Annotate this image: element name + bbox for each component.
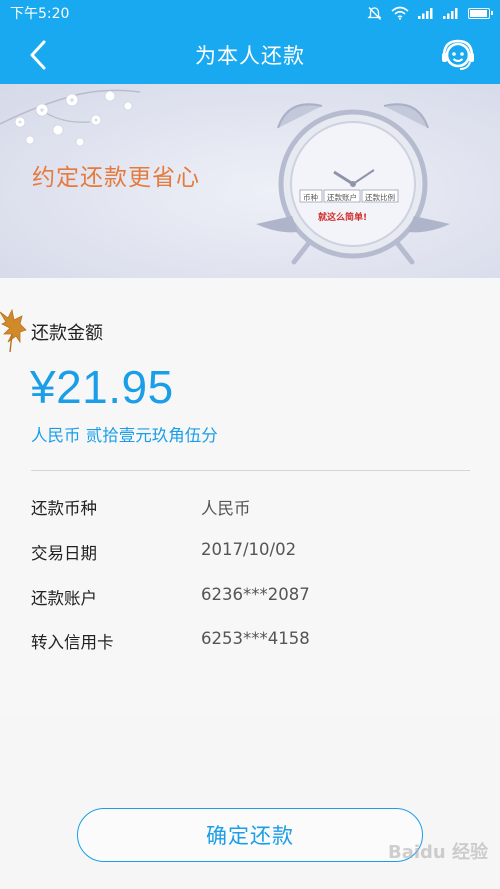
banner-slogan: 约定还款更省心	[32, 165, 200, 191]
confirm-repayment-button[interactable]: 确定还款	[77, 808, 423, 862]
amount-value: ¥21.95	[30, 361, 174, 413]
detail-row-date: 交易日期 2017/10/02	[31, 540, 471, 570]
maple-leaf-icon	[0, 308, 27, 353]
page-title: 为本人还款	[195, 44, 305, 68]
wifi-icon	[391, 6, 409, 20]
status-time: 下午5:20	[10, 6, 70, 22]
clock-tag-account: 还款账户	[327, 193, 357, 202]
back-button[interactable]	[22, 38, 56, 72]
clock-tag-ratio: 还款比例	[365, 193, 395, 202]
detail-row-currency: 还款币种 人民币	[31, 495, 471, 525]
battery-icon	[468, 7, 493, 19]
repayment-details-card: 还款金额 ¥21.95 人民币 贰拾壹元玖角伍分 还款币种 人民币 交易日期 2…	[0, 278, 500, 718]
detail-key: 还款账户	[31, 589, 97, 608]
blossom-decoration	[0, 89, 141, 147]
amount-label: 还款金额	[31, 323, 103, 344]
detail-value: 6253***4158	[201, 629, 310, 648]
promo-banner[interactable]: 约定还款更省心 币种 币种 还款账户 还款比例 就这么简单!	[0, 84, 500, 278]
divider	[31, 470, 470, 471]
detail-row-credit-card: 转入信用卡 6253***4158	[31, 629, 471, 659]
signal-icon-2	[443, 8, 458, 19]
detail-value: 人民币	[201, 499, 251, 518]
detail-key: 还款币种	[31, 499, 97, 518]
detail-key: 交易日期	[31, 544, 97, 563]
clock-tag-currency: 币种	[303, 193, 318, 202]
app-header: 为本人还款	[0, 26, 500, 84]
alarm-clock-illustration	[256, 103, 450, 265]
status-bar: 下午5:20	[0, 0, 500, 26]
amount-in-words: 人民币 贰拾壹元玖角伍分	[31, 426, 218, 445]
customer-service-button[interactable]	[440, 37, 476, 73]
chevron-left-icon	[30, 40, 46, 70]
detail-row-account: 还款账户 6236***2087	[31, 585, 471, 615]
detail-value: 6236***2087	[201, 585, 310, 604]
detail-key: 转入信用卡	[31, 633, 114, 652]
signal-icon-1	[418, 8, 433, 19]
status-icons	[367, 6, 493, 21]
clock-caption: 就这么简单!	[318, 213, 368, 223]
detail-value: 2017/10/02	[201, 540, 297, 559]
watermark: Baidu 经验	[387, 842, 488, 863]
alarm-off-icon	[367, 6, 382, 20]
customer-service-icon	[442, 39, 474, 70]
